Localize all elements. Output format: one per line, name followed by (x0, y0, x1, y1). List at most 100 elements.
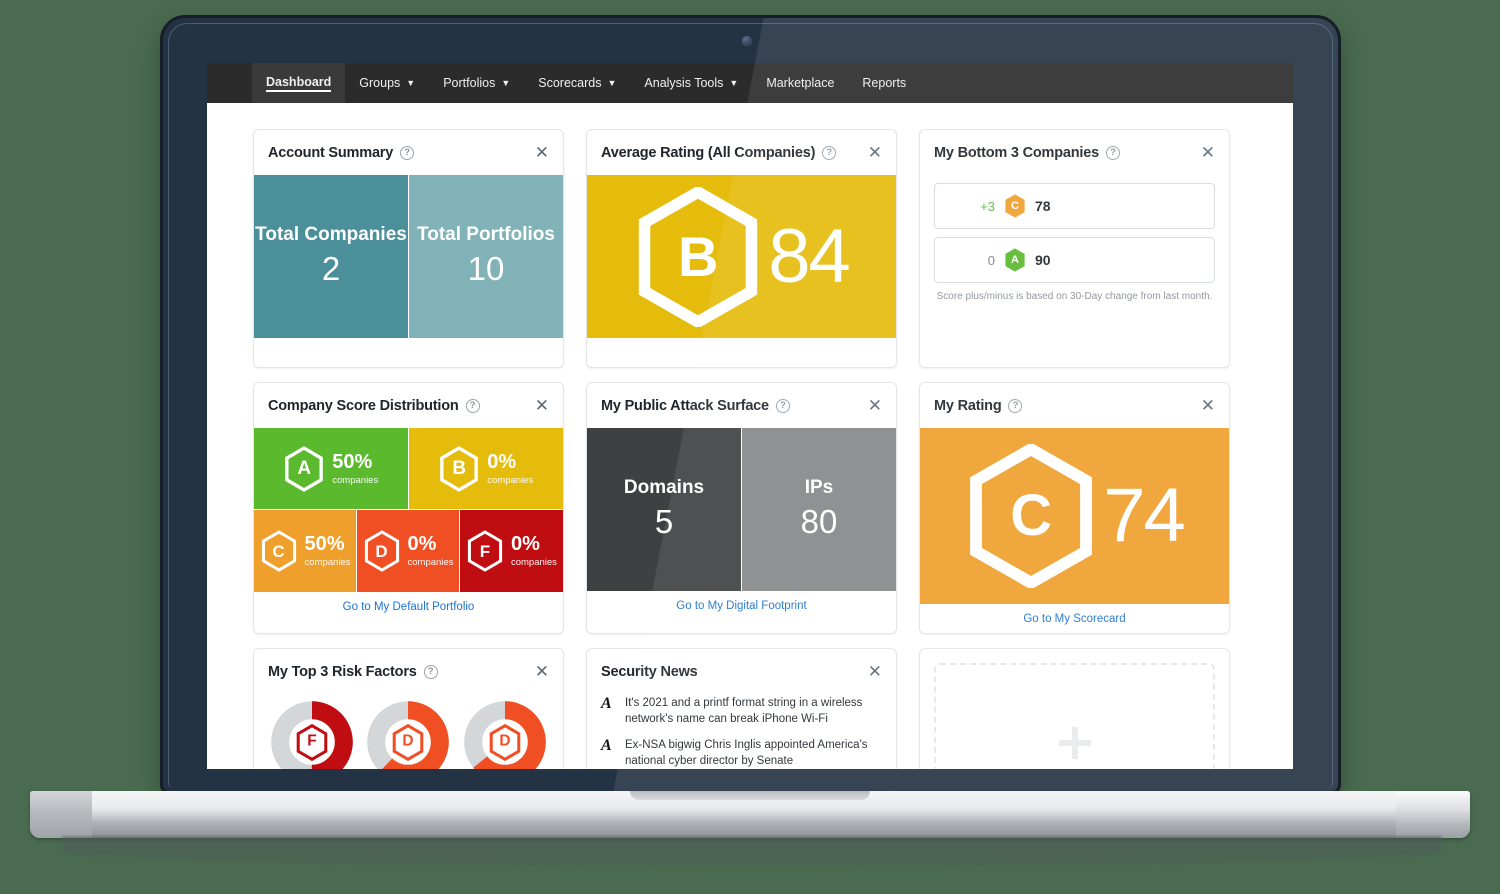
chevron-down-icon: ▼ (607, 77, 617, 88)
help-icon[interactable]: ? (775, 398, 790, 413)
distribution-cell-a[interactable]: A 50% companies (254, 428, 409, 510)
card-title: My Rating (934, 397, 1002, 414)
nav-item-label: Portfolios (443, 76, 496, 90)
help-icon[interactable]: ? (1008, 398, 1023, 413)
donut-gauge[interactable]: D (366, 700, 450, 769)
tile-label: Total Companies (255, 224, 407, 246)
distribution-unit: companies (510, 557, 557, 568)
laptop-base-right-edge (1396, 791, 1470, 838)
card-footer: . (587, 338, 896, 367)
distribution-cell-c[interactable]: C 50% companies (254, 510, 357, 592)
grade-hexagon-icon: D (463, 700, 547, 769)
risk-factor-gauges: F D D (254, 694, 563, 769)
nav-item-reports[interactable]: Reports (848, 63, 920, 103)
summary-tiles: Total Companies 2 Total Portfolios 10 (254, 175, 563, 338)
card-title: Company Score Distribution (268, 397, 459, 414)
chevron-down-icon: ▼ (729, 77, 739, 88)
card-title: Account Summary (268, 144, 394, 161)
grade-letter: F (307, 732, 316, 749)
card-header: My Bottom 3 Companies ? ✕ (920, 130, 1229, 175)
distribution-cell-b[interactable]: B 0% companies (408, 428, 563, 510)
list-item[interactable]: 0 A 90 (934, 237, 1215, 283)
score-value: 90 (1035, 252, 1051, 268)
my-rating-banner: C 74 (920, 428, 1229, 604)
card-header: Security News ✕ (587, 649, 896, 694)
distribution-percent: 0% (487, 450, 517, 473)
distribution-row-bottom: C 50% companies D 0% companies F 0% comp… (254, 510, 563, 592)
distribution-cell-f[interactable]: F 0% companies (459, 510, 563, 592)
news-headline[interactable]: Ex-NSA bigwig Chris Inglis appointed Ame… (625, 738, 882, 769)
tile-value: 2 (321, 249, 341, 287)
close-icon[interactable]: ✕ (868, 663, 882, 680)
card-risk-factors: My Top 3 Risk Factors ? ✕ F D D (253, 648, 564, 769)
distribution-percent: 0% (510, 533, 540, 555)
tile-value: 80 (800, 502, 838, 540)
grade-hexagon-icon: A (1004, 248, 1026, 272)
score-value: 78 (1035, 198, 1051, 214)
nav-item-marketplace[interactable]: Marketplace (752, 63, 848, 103)
list-item[interactable]: A Ex-NSA bigwig Chris Inglis appointed A… (601, 737, 882, 769)
go-to-digital-footprint-link[interactable]: Go to My Digital Footprint (587, 591, 896, 620)
card-my-rating: My Rating ? ✕ C 74 Go to My Scorecard (919, 382, 1230, 634)
nav-item-label: Groups (359, 76, 401, 90)
nav-item-analysis-tools[interactable]: Analysis Tools ▼ (630, 63, 752, 103)
grade-hexagon-icon: F (270, 700, 354, 769)
help-icon[interactable]: ? (400, 145, 415, 160)
grade-letter: B (677, 224, 719, 288)
close-icon[interactable]: ✕ (868, 397, 882, 414)
grade-letter: D (499, 732, 510, 749)
card-header: Company Score Distribution ? ✕ (254, 383, 563, 428)
plus-icon (1058, 727, 1091, 759)
nav-item-portfolios[interactable]: Portfolios ▼ (429, 63, 524, 103)
close-icon[interactable]: ✕ (535, 663, 549, 680)
grade-hexagon-icon: F (466, 530, 504, 572)
attack-surface-tiles: Domains 5 IPs 80 (587, 428, 896, 591)
help-icon[interactable]: ? (1106, 145, 1120, 160)
tile-ips: IPs 80 (741, 428, 896, 591)
help-icon[interactable]: ? (822, 145, 837, 160)
card-add-widget[interactable] (919, 648, 1230, 769)
the-register-logo-icon: A (601, 695, 612, 712)
close-icon[interactable]: ✕ (535, 397, 549, 414)
tile-label: Total Portfolios (417, 224, 555, 246)
score-delta: 0 (987, 252, 995, 268)
grade-letter: A (1011, 253, 1019, 266)
nav-item-dashboard[interactable]: Dashboard (252, 63, 346, 103)
list-item[interactable]: A It's 2021 and a printf format string i… (601, 695, 882, 727)
news-headline[interactable]: It's 2021 and a printf format string in … (625, 696, 882, 727)
close-icon[interactable]: ✕ (1201, 144, 1215, 161)
card-title: My Top 3 Risk Factors (268, 663, 417, 680)
help-icon[interactable]: ? (423, 664, 438, 679)
main-navigation: Dashboard Groups ▼ Portfolios ▼ Scorecar… (207, 63, 1293, 103)
distribution-unit: companies (487, 474, 534, 486)
donut-gauge[interactable]: F (270, 700, 354, 769)
card-footer: . (254, 338, 563, 367)
grade-hexagon-icon: A (283, 445, 325, 492)
card-attack-surface: My Public Attack Surface ? ✕ Domains 5 I… (586, 382, 897, 634)
close-icon[interactable]: ✕ (868, 144, 882, 161)
tile-total-companies: Total Companies 2 (254, 175, 408, 338)
grade-hexagon-icon: B (438, 445, 480, 492)
tile-total-portfolios: Total Portfolios 10 (408, 175, 563, 338)
list-item[interactable]: +3 C 78 (934, 183, 1215, 229)
grade-letter: B (452, 458, 467, 479)
nav-item-label: Marketplace (766, 76, 835, 90)
average-rating-banner: B 84 (587, 175, 896, 338)
distribution-cell-d[interactable]: D 0% companies (356, 510, 460, 592)
grade-letter: D (375, 541, 388, 561)
nav-item-groups[interactable]: Groups ▼ (345, 63, 429, 103)
add-widget-dropzone[interactable] (934, 663, 1215, 769)
card-header: Account Summary ? ✕ (254, 130, 563, 175)
go-to-default-portfolio-link[interactable]: Go to My Default Portfolio (254, 592, 563, 621)
webcam-icon (742, 36, 752, 46)
go-to-my-scorecard-link[interactable]: Go to My Scorecard (920, 604, 1229, 633)
close-icon[interactable]: ✕ (535, 144, 549, 161)
grade-hexagon-icon: C (260, 530, 298, 572)
help-icon[interactable]: ? (465, 398, 480, 413)
donut-gauge[interactable]: D (463, 700, 547, 769)
grade-letter: F (479, 541, 491, 561)
close-icon[interactable]: ✕ (1201, 397, 1215, 414)
distribution-percent: 0% (407, 533, 437, 555)
score-delta: +3 (980, 198, 995, 214)
nav-item-scorecards[interactable]: Scorecards ▼ (524, 63, 630, 103)
